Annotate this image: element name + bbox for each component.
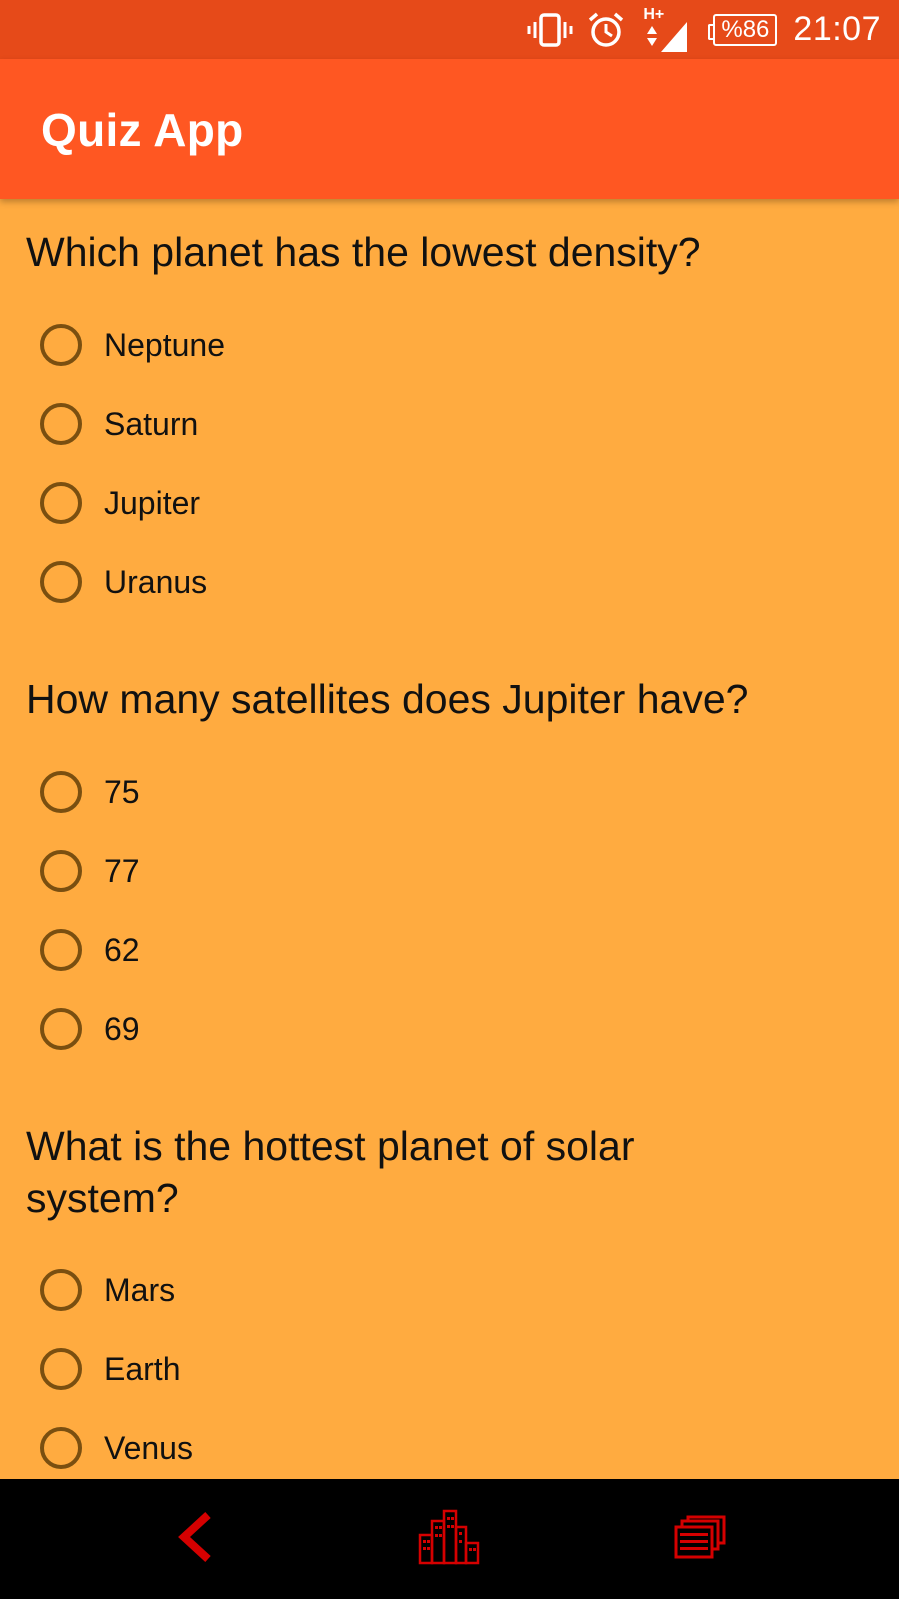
option-label: Uranus [104, 563, 208, 600]
radio-option[interactable]: 77 [40, 841, 140, 901]
back-arrow-icon [174, 1511, 218, 1568]
radio-option[interactable]: Neptune [40, 315, 225, 375]
question-text: What is the hottest planet of solar syst… [26, 1123, 635, 1221]
radio-option[interactable]: 75 [40, 762, 140, 822]
option-label: 77 [104, 852, 140, 889]
radio-option[interactable]: Uranus [40, 552, 207, 612]
radio-button[interactable] [40, 850, 82, 892]
alarm-icon [587, 11, 625, 49]
radio-button[interactable] [40, 561, 82, 603]
radio-option[interactable]: Mars [40, 1260, 175, 1320]
option-label: Earth [104, 1350, 181, 1387]
radio-option[interactable]: Venus [40, 1418, 193, 1478]
question-text: Which planet has the lowest density? [26, 229, 701, 275]
radio-button[interactable] [40, 1269, 82, 1311]
radio-option[interactable]: 62 [40, 920, 140, 980]
back-button[interactable] [166, 1509, 226, 1569]
home-button[interactable] [418, 1509, 480, 1570]
radio-option[interactable]: 69 [40, 999, 140, 1059]
radio-option[interactable]: Earth [40, 1339, 180, 1399]
option-label: Saturn [104, 405, 199, 442]
status-clock: 21:07 [793, 10, 881, 48]
radio-button[interactable] [40, 1348, 82, 1390]
option-label: Mars [104, 1271, 176, 1308]
option-label: 62 [104, 931, 140, 968]
radio-option[interactable]: Saturn [40, 394, 198, 454]
recents-button[interactable] [670, 1509, 730, 1569]
option-label: 69 [104, 1010, 140, 1047]
radio-button[interactable] [40, 324, 82, 366]
status-bar: H+ %86 21:07 [0, 0, 899, 59]
option-label: Neptune [104, 326, 225, 363]
battery-indicator: %86 [708, 13, 778, 46]
radio-button[interactable] [40, 1008, 82, 1050]
radio-button[interactable] [40, 403, 82, 445]
signal-icon: H+ [641, 6, 689, 54]
option-label: Jupiter [104, 484, 201, 521]
radio-button[interactable] [40, 929, 82, 971]
home-city-icon [418, 1509, 480, 1570]
radio-button[interactable] [40, 482, 82, 524]
radio-button[interactable] [40, 1427, 82, 1469]
status-icons: H+ %86 21:07 [527, 0, 881, 59]
radio-button[interactable] [40, 771, 82, 813]
option-label: 75 [104, 773, 140, 810]
question-text: How many satellites does Jupiter have? [26, 676, 749, 722]
navigation-bar [0, 1479, 899, 1599]
radio-option[interactable]: Jupiter [40, 473, 200, 533]
quiz-content[interactable]: Which planet has the lowest density? Nep… [0, 199, 899, 1479]
option-label: Venus [104, 1429, 193, 1466]
recents-icon [674, 1515, 726, 1564]
app-title: Quiz App [41, 104, 244, 156]
app-bar: Quiz App [0, 59, 899, 199]
vibrate-icon [527, 12, 573, 48]
